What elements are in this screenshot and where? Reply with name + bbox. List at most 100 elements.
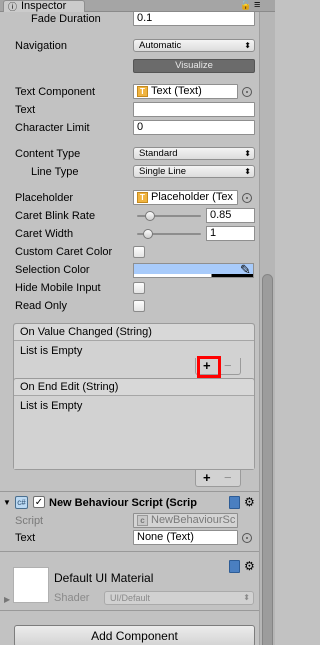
fade-duration-field[interactable]: 0.1 xyxy=(133,12,255,26)
inspector-content: Fade Duration 0.1 Navigation Automatic ⬍… xyxy=(0,12,259,645)
placeholder-row: Placeholder T Placeholder (Tex xyxy=(0,189,259,207)
character-limit-label: Character Limit xyxy=(15,122,90,134)
text-label: Text xyxy=(15,104,36,116)
context-menu-icon[interactable]: ≡ xyxy=(254,0,260,11)
divider xyxy=(0,491,259,492)
selection-color-label: Selection Color xyxy=(15,264,90,276)
material-title: Default UI Material xyxy=(54,571,154,585)
divider xyxy=(0,610,259,611)
visualize-button[interactable]: Visualize xyxy=(133,59,255,73)
text-type-icon: T xyxy=(137,86,148,97)
hide-mobile-input-row: Hide Mobile Input xyxy=(0,279,259,297)
event-footer: + − xyxy=(195,470,241,487)
navigation-value: Automatic xyxy=(139,40,182,51)
help-book-icon[interactable] xyxy=(229,496,240,509)
add-component-button[interactable]: Add Component xyxy=(14,625,255,645)
content-type-dropdown[interactable]: Standard ⬍ xyxy=(133,147,255,160)
shader-value: UI/Default xyxy=(110,593,151,603)
navigation-row: Navigation Automatic ⬍ xyxy=(0,37,259,55)
chevron-down-icon: ⬍ xyxy=(244,149,251,158)
eyedropper-icon[interactable]: ✎ xyxy=(240,262,251,277)
text-component-row: Text Component T Text (Text) xyxy=(0,83,259,101)
inspector-tab[interactable]: ⓘ Inspector xyxy=(3,0,85,12)
gear-icon[interactable]: ⚙ xyxy=(244,558,255,574)
fade-duration-row: Fade Duration 0.1 xyxy=(0,12,259,28)
behaviour-text-field[interactable]: None (Text) xyxy=(133,530,238,545)
character-limit-row: Character Limit 0 xyxy=(0,119,259,137)
foldout-arrow-icon[interactable]: ▶ xyxy=(4,595,10,605)
custom-caret-color-row: Custom Caret Color xyxy=(0,243,259,261)
divider xyxy=(0,551,259,552)
title-bar: ⓘ Inspector 🔓 ≡ xyxy=(0,0,275,12)
selection-color-field[interactable] xyxy=(133,263,254,278)
selection-color-row: Selection Color ✎ xyxy=(0,261,259,279)
info-icon: ⓘ xyxy=(8,2,18,12)
event-footer: + − xyxy=(195,356,241,378)
read-only-label: Read Only xyxy=(15,300,67,312)
scrollbar-thumb[interactable] xyxy=(262,274,273,645)
highlight-box xyxy=(197,356,221,378)
component-title: New Behaviour Script (Scrip xyxy=(49,497,197,509)
script-file-icon: c xyxy=(137,515,148,526)
content-type-label: Content Type xyxy=(15,148,81,160)
caret-width-row: Caret Width 1 xyxy=(0,225,259,243)
object-picker-icon[interactable] xyxy=(242,193,252,203)
caret-blink-rate-row: Caret Blink Rate 0.85 xyxy=(0,207,259,225)
content-type-value: Standard xyxy=(139,148,178,159)
object-picker-icon[interactable] xyxy=(242,87,252,97)
event-header: On Value Changed (String) xyxy=(14,324,254,341)
color-swatch xyxy=(134,264,253,274)
text-component-value: Text (Text) xyxy=(151,85,202,97)
placeholder-label: Placeholder xyxy=(15,192,74,204)
text-row: Text xyxy=(0,101,259,119)
character-limit-field[interactable]: 0 xyxy=(133,120,255,135)
behaviour-text-row: Text None (Text) xyxy=(0,529,259,547)
caret-width-label: Caret Width xyxy=(15,228,74,240)
script-icon: c# xyxy=(15,496,28,509)
line-type-label: Line Type xyxy=(31,166,79,178)
remove-listener-button[interactable]: − xyxy=(224,358,232,373)
custom-caret-color-checkbox[interactable] xyxy=(133,246,145,258)
on-end-edit-event: On End Edit (String) List is Empty xyxy=(13,378,255,470)
line-type-value: Single Line xyxy=(139,166,187,177)
caret-width-value[interactable]: 1 xyxy=(206,226,255,241)
caret-width-slider[interactable] xyxy=(137,229,201,239)
hide-mobile-input-checkbox[interactable] xyxy=(133,282,145,294)
script-row: Script c NewBehaviourSc xyxy=(0,512,259,530)
shader-dropdown[interactable]: UI/Default ⬍ xyxy=(104,591,254,605)
placeholder-field[interactable]: T Placeholder (Tex xyxy=(133,190,238,205)
caret-blink-rate-value[interactable]: 0.85 xyxy=(206,208,255,223)
object-picker-icon[interactable] xyxy=(242,533,252,543)
lock-icon[interactable]: 🔓 xyxy=(240,0,251,11)
navigation-label: Navigation xyxy=(15,40,67,52)
slider-thumb[interactable] xyxy=(145,211,156,221)
navigation-dropdown[interactable]: Automatic ⬍ xyxy=(133,39,255,52)
help-book-icon[interactable] xyxy=(229,560,240,573)
foldout-arrow-icon[interactable]: ▼ xyxy=(3,497,11,509)
behaviour-text-label: Text xyxy=(15,532,36,544)
event-header: On End Edit (String) xyxy=(14,379,254,396)
line-type-row: Line Type Single Line ⬍ xyxy=(0,163,259,181)
gear-icon[interactable]: ⚙ xyxy=(244,494,255,510)
text-component-field[interactable]: T Text (Text) xyxy=(133,84,238,99)
tab-label: Inspector xyxy=(21,0,67,12)
fade-duration-label: Fade Duration xyxy=(31,13,101,25)
text-field[interactable] xyxy=(133,102,255,117)
caret-blink-rate-label: Caret Blink Rate xyxy=(15,210,96,222)
caret-blink-rate-slider[interactable] xyxy=(137,211,201,221)
remove-listener-button[interactable]: − xyxy=(224,470,232,485)
placeholder-value: Placeholder (Tex xyxy=(151,191,233,203)
component-enabled-checkbox[interactable]: ✓ xyxy=(33,496,45,508)
read-only-row: Read Only xyxy=(0,297,259,315)
chevron-down-icon: ⬍ xyxy=(244,167,251,176)
material-preview xyxy=(13,567,49,603)
behaviour-script-header[interactable]: ▼ c# ✓ New Behaviour Script (Scrip ⚙ xyxy=(0,494,259,512)
text-component-label: Text Component xyxy=(15,86,96,98)
add-listener-button[interactable]: + xyxy=(203,470,211,486)
read-only-checkbox[interactable] xyxy=(133,300,145,312)
slider-thumb[interactable] xyxy=(142,229,153,239)
vertical-scrollbar[interactable] xyxy=(259,12,275,645)
custom-caret-color-label: Custom Caret Color xyxy=(15,246,113,258)
line-type-dropdown[interactable]: Single Line ⬍ xyxy=(133,165,255,178)
content-type-row: Content Type Standard ⬍ xyxy=(0,145,259,163)
